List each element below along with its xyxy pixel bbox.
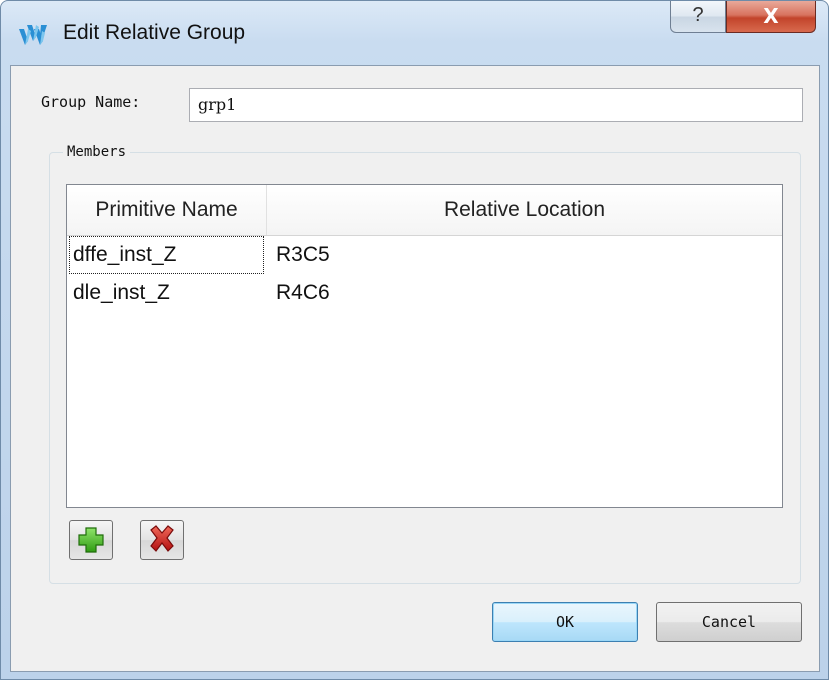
title-bar[interactable]: Edit Relative Group ? X: [1, 1, 828, 65]
plus-icon: [78, 527, 104, 553]
table-header: Primitive Name Relative Location: [67, 185, 782, 236]
ok-button[interactable]: OK: [492, 602, 638, 642]
delete-x-icon: [150, 525, 174, 552]
cell-primitive-name[interactable]: dffe_inst_Z: [69, 236, 264, 274]
cell-primitive-name[interactable]: dle_inst_Z: [69, 274, 264, 312]
help-button[interactable]: ?: [670, 1, 726, 33]
table-row[interactable]: dffe_inst_Z R3C5: [67, 236, 782, 276]
group-name-input[interactable]: grp1: [189, 88, 803, 122]
members-table[interactable]: Primitive Name Relative Location dffe_in…: [66, 184, 783, 508]
gowin-logo-icon: [19, 25, 47, 45]
close-button[interactable]: X: [726, 1, 816, 33]
members-legend: Members: [63, 144, 131, 160]
column-header-relative-location[interactable]: Relative Location: [267, 185, 782, 235]
edit-relative-group-dialog: Edit Relative Group ? X Group Name: grp1…: [0, 0, 829, 680]
column-header-primitive-name[interactable]: Primitive Name: [67, 185, 267, 235]
add-member-button[interactable]: [69, 520, 113, 560]
window-title: Edit Relative Group: [63, 21, 246, 44]
cancel-button[interactable]: Cancel: [656, 602, 802, 642]
cell-relative-location[interactable]: R3C5: [276, 236, 676, 274]
cell-relative-location[interactable]: R4C6: [276, 274, 676, 312]
delete-member-button[interactable]: [140, 520, 184, 560]
table-row[interactable]: dle_inst_Z R4C6: [67, 274, 782, 314]
group-name-label: Group Name:: [41, 93, 141, 111]
dialog-body: Group Name: grp1 Members Primitive Name …: [10, 65, 820, 672]
